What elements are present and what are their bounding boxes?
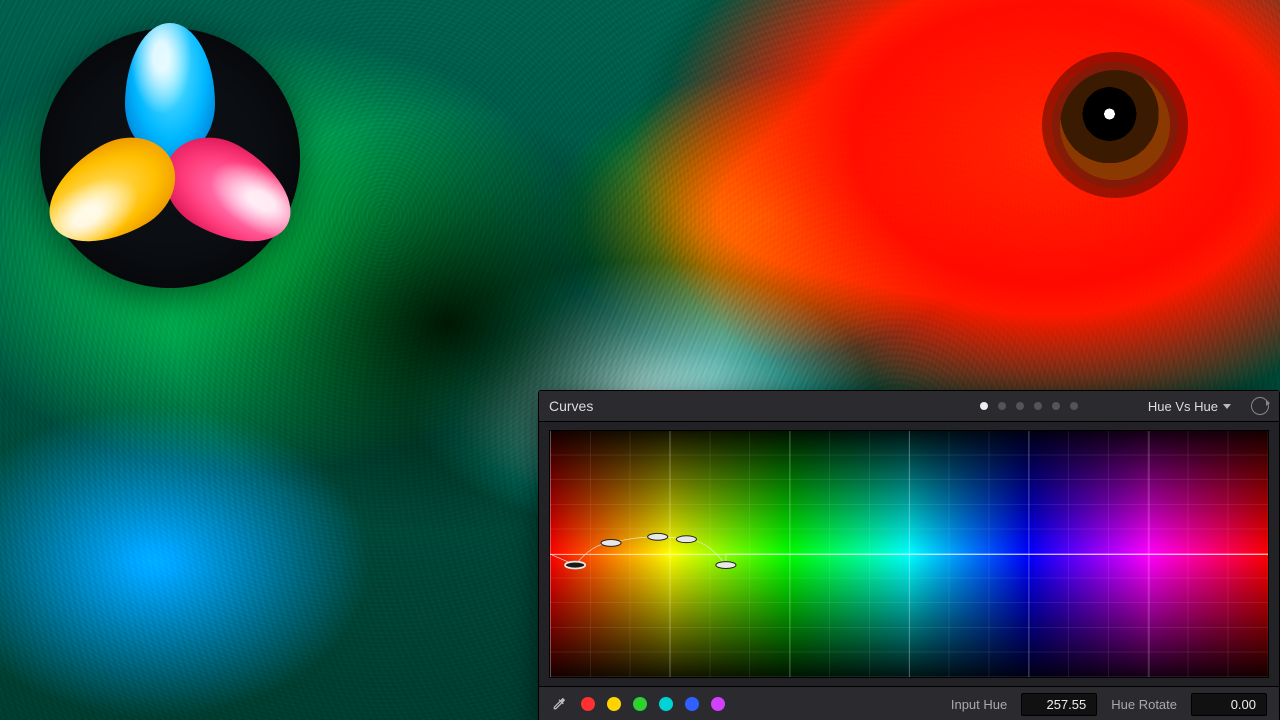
- mode-dot-2[interactable]: [998, 402, 1006, 410]
- hue-rotate-label: Hue Rotate: [1111, 697, 1177, 712]
- control-point-0[interactable]: [565, 562, 585, 569]
- input-hue-label: Input Hue: [951, 697, 1007, 712]
- curve-svg[interactable]: [550, 431, 1268, 677]
- curve-mode-label: Hue Vs Hue: [1148, 399, 1218, 414]
- curve-mode-dropdown[interactable]: Hue Vs Hue: [1148, 399, 1231, 414]
- reset-button[interactable]: [1251, 397, 1269, 415]
- control-point-4[interactable]: [716, 562, 736, 569]
- panel-title: Curves: [549, 398, 593, 414]
- mode-dot-3[interactable]: [1016, 402, 1024, 410]
- hue-swatch-5[interactable]: [711, 697, 725, 711]
- control-point-2[interactable]: [648, 533, 668, 540]
- hue-swatch-4[interactable]: [685, 697, 699, 711]
- control-point-3[interactable]: [676, 536, 696, 543]
- eyedropper-icon[interactable]: [551, 696, 567, 712]
- hue-vs-hue-graph[interactable]: [549, 430, 1269, 678]
- control-point-1[interactable]: [601, 539, 621, 546]
- davinci-resolve-logo: [40, 28, 300, 288]
- curves-panel-header: Curves Hue Vs Hue: [539, 391, 1279, 422]
- input-hue-field[interactable]: 257.55: [1021, 693, 1097, 716]
- image-eye-detail: [1060, 70, 1170, 180]
- curves-panel: Curves Hue Vs Hue: [538, 390, 1280, 720]
- hue-swatch-1[interactable]: [607, 697, 621, 711]
- mode-dot-4[interactable]: [1034, 402, 1042, 410]
- hue-rotate-field[interactable]: 0.00: [1191, 693, 1267, 716]
- mode-dot-1[interactable]: [980, 402, 988, 410]
- chevron-down-icon: [1223, 404, 1231, 409]
- hue-swatch-0[interactable]: [581, 697, 595, 711]
- hue-swatches: [581, 697, 725, 711]
- mode-dot-6[interactable]: [1070, 402, 1078, 410]
- hue-swatch-2[interactable]: [633, 697, 647, 711]
- mode-dot-5[interactable]: [1052, 402, 1060, 410]
- curve-mode-dots[interactable]: [980, 402, 1078, 410]
- hue-swatch-3[interactable]: [659, 697, 673, 711]
- curves-panel-footer: Input Hue 257.55 Hue Rotate 0.00: [539, 686, 1279, 720]
